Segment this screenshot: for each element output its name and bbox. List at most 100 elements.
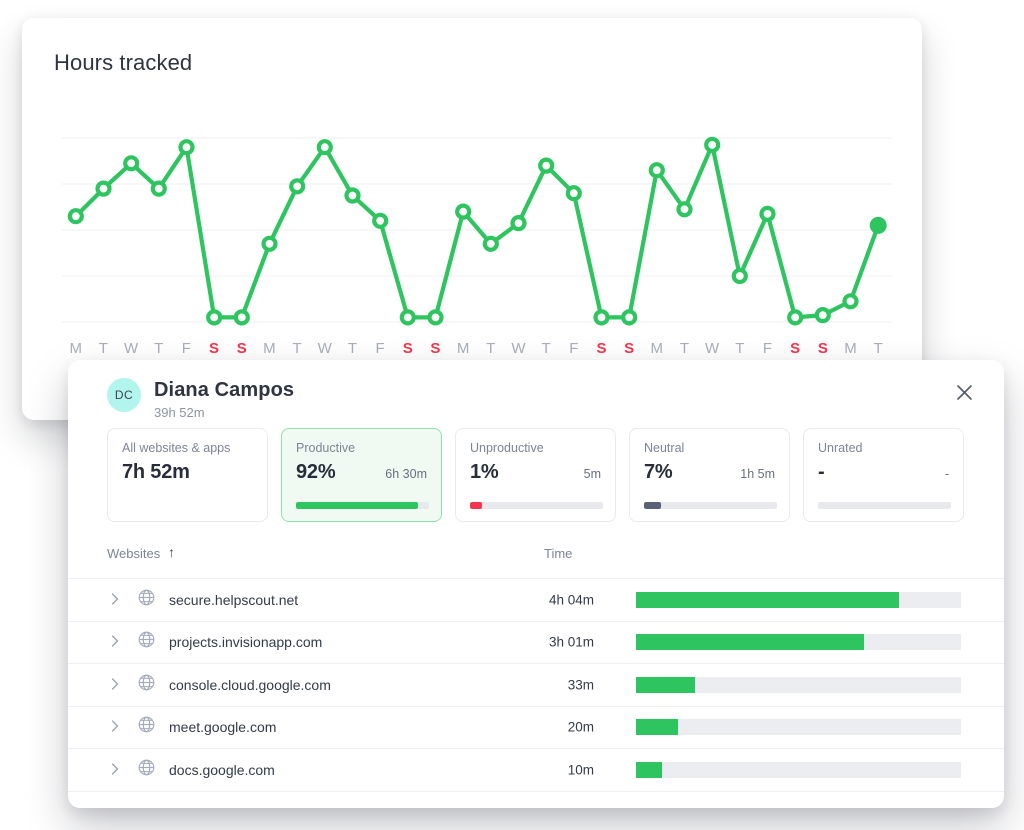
- chart-point: [651, 164, 663, 176]
- website-name: console.cloud.google.com: [169, 677, 331, 693]
- website-bar-fill: [636, 677, 695, 693]
- summary-card-secondary-value: 5m: [584, 467, 601, 481]
- chart-point: [623, 311, 635, 323]
- summary-card-secondary-value: -: [945, 467, 949, 481]
- website-time: 10m: [474, 762, 594, 777]
- summary-card[interactable]: All websites & apps 7h 52m: [107, 428, 268, 522]
- chart-point: [457, 206, 469, 218]
- website-bar-track: [636, 634, 961, 650]
- chart-point: [789, 311, 801, 323]
- website-time: 4h 04m: [474, 592, 594, 607]
- website-name: projects.invisionapp.com: [169, 634, 322, 650]
- chart-point: [430, 311, 442, 323]
- table-row[interactable]: console.cloud.google.com 33m: [68, 663, 1004, 706]
- summary-card-progress-fill: [470, 502, 482, 509]
- summary-card-primary-value: 92%: [296, 461, 335, 484]
- summary-card-secondary-value: 1h 5m: [740, 467, 775, 481]
- chart-point: [181, 141, 193, 153]
- website-name: secure.helpscout.net: [169, 592, 298, 608]
- line-chart-svg: [62, 130, 892, 330]
- chart-point: [540, 160, 552, 172]
- summary-card-values: 7% 1h 5m: [644, 461, 775, 484]
- summary-card-label: Productive: [296, 441, 427, 455]
- table-row[interactable]: meet.google.com 20m: [68, 706, 1004, 749]
- summary-card-progress-track: [296, 502, 429, 509]
- chart-point: [706, 139, 718, 151]
- chevron-right-icon[interactable]: [111, 719, 119, 735]
- globe-icon: [138, 674, 155, 696]
- avatar: DC: [107, 378, 141, 412]
- summary-card-label: Neutral: [644, 441, 775, 455]
- website-bar-fill: [636, 592, 899, 608]
- summary-card-primary-value: 7h 52m: [122, 461, 190, 484]
- chart-point: [568, 187, 580, 199]
- summary-card-values: 1% 5m: [470, 461, 601, 484]
- chart-line: [76, 145, 878, 318]
- table-row[interactable]: docs.google.com 10m: [68, 748, 1004, 792]
- chart-point: [125, 157, 137, 169]
- table-row[interactable]: secure.helpscout.net 4h 04m: [68, 578, 1004, 621]
- chart-point: [264, 238, 276, 250]
- summary-card[interactable]: Unrated - -: [803, 428, 964, 522]
- summary-card-progress-track: [470, 502, 603, 509]
- page-title: Hours tracked: [54, 50, 192, 76]
- user-detail-panel: DC Diana Campos 39h 52m All websites & a…: [68, 360, 1004, 808]
- website-bar-track: [636, 677, 961, 693]
- close-icon[interactable]: [950, 378, 978, 406]
- website-time: 3h 01m: [474, 635, 594, 650]
- chart-point: [762, 208, 774, 220]
- close-glyph: [956, 384, 973, 401]
- summary-card-values: 7h 52m: [122, 461, 253, 484]
- chart-point: [734, 270, 746, 282]
- column-header-time: Time: [544, 546, 572, 561]
- hours-tracked-chart: [62, 130, 892, 330]
- globe-icon: [138, 716, 155, 738]
- summary-card[interactable]: Unproductive 1% 5m: [455, 428, 616, 522]
- chart-point: [291, 180, 303, 192]
- summary-card-secondary-value: 6h 30m: [385, 467, 427, 481]
- chart-point: [845, 295, 857, 307]
- chart-point: [679, 203, 691, 215]
- chart-point: [153, 183, 165, 195]
- website-bar-fill: [636, 634, 864, 650]
- chart-point: [596, 311, 608, 323]
- summary-card-label: Unrated: [818, 441, 949, 455]
- summary-card-primary-value: 7%: [644, 461, 673, 484]
- website-time: 33m: [474, 677, 594, 692]
- chart-point: [485, 238, 497, 250]
- chevron-right-icon[interactable]: [111, 592, 119, 608]
- summary-card-values: 92% 6h 30m: [296, 461, 427, 484]
- summary-cards: All websites & apps 7h 52m Productive 92% 6h…: [107, 428, 965, 522]
- chart-point: [236, 311, 248, 323]
- website-bar-fill: [636, 762, 662, 778]
- chevron-right-icon[interactable]: [111, 762, 119, 778]
- website-bar-track: [636, 719, 961, 735]
- chart-point: [513, 217, 525, 229]
- summary-card-label: All websites & apps: [122, 441, 253, 455]
- summary-card-progress-track: [644, 502, 777, 509]
- globe-icon: [138, 589, 155, 611]
- summary-card-label: Unproductive: [470, 441, 601, 455]
- summary-card[interactable]: Productive 92% 6h 30m: [281, 428, 442, 522]
- sort-ascending-icon[interactable]: ↑: [168, 544, 175, 560]
- summary-card-primary-value: 1%: [470, 461, 499, 484]
- chevron-right-icon[interactable]: [111, 634, 119, 650]
- summary-card-primary-value: -: [818, 461, 824, 484]
- summary-card-progress-fill: [644, 502, 661, 509]
- app-root: Hours tracked MTWTFSSMTWTFSSMTWTFSSMTWTF…: [0, 0, 1024, 830]
- website-bar-track: [636, 592, 961, 608]
- website-name: meet.google.com: [169, 719, 276, 735]
- chart-point: [817, 309, 829, 321]
- chart-point: [402, 311, 414, 323]
- website-time: 20m: [474, 720, 594, 735]
- website-name: docs.google.com: [169, 762, 275, 778]
- websites-table: secure.helpscout.net 4h 04m projects.invis…: [68, 578, 1004, 792]
- summary-card[interactable]: Neutral 7% 1h 5m: [629, 428, 790, 522]
- chevron-right-icon[interactable]: [111, 677, 119, 693]
- chart-point-last: [870, 217, 887, 234]
- column-header-websites: Websites: [107, 546, 160, 561]
- globe-icon: [138, 759, 155, 781]
- table-row[interactable]: projects.invisionapp.com 3h 01m: [68, 621, 1004, 664]
- chart-point: [347, 190, 359, 202]
- chart-point: [374, 215, 386, 227]
